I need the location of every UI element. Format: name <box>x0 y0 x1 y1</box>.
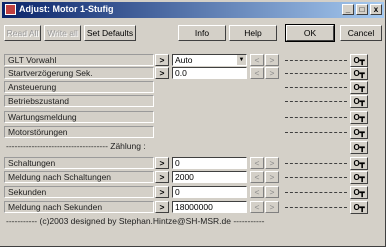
key-icon[interactable]: O┳ <box>350 141 368 154</box>
spin-left-button[interactable]: < <box>250 171 264 183</box>
ok-button[interactable]: OK <box>285 24 335 42</box>
status-area <box>155 95 283 143</box>
close-button[interactable]: x <box>370 4 382 15</box>
chevron-down-icon[interactable]: ▼ <box>237 55 246 65</box>
row-label-schaltungen: Schaltungen <box>4 157 154 169</box>
divider <box>285 192 347 193</box>
spin-right-button[interactable]: > <box>265 54 279 66</box>
schaltungen-input[interactable]: 0 <box>172 157 247 169</box>
maximize-button[interactable]: □ <box>356 4 368 15</box>
key-icon[interactable]: O┳ <box>350 67 368 80</box>
divider <box>285 87 347 88</box>
spin-left-button[interactable]: < <box>250 54 264 66</box>
title-bar[interactable]: Adjust: Motor 1-Stufig _ □ x <box>2 2 384 18</box>
spin-left-button[interactable]: < <box>250 67 264 79</box>
key-icon[interactable]: O┳ <box>350 157 368 170</box>
divider <box>285 207 347 208</box>
row-label-meldung-nach-schaltungen: Meldung nach Schaltungen <box>4 171 154 183</box>
divider <box>285 117 347 118</box>
glt-vorwahl-value: Auto <box>175 55 193 65</box>
dialog-window: Adjust: Motor 1-Stufig _ □ x Read All Wr… <box>0 0 386 247</box>
divider <box>285 73 347 74</box>
go-button-schaltungen[interactable]: > <box>155 157 169 169</box>
minimize-button[interactable]: _ <box>342 4 354 15</box>
info-button[interactable]: Info <box>178 25 226 41</box>
meldung-nach-sekunden-input[interactable]: 18000000 <box>172 201 247 213</box>
divider <box>285 132 347 133</box>
row-label-glt-vorwahl: GLT Vorwahl <box>4 54 154 66</box>
key-icon[interactable]: O┳ <box>350 186 368 199</box>
sekunden-input[interactable]: 0 <box>172 186 247 198</box>
go-button-startverzoegerung[interactable]: > <box>155 67 169 79</box>
row-label-sekunden: Sekunden <box>4 186 154 198</box>
spin-right-button[interactable]: > <box>265 201 279 213</box>
row-label-wartungsmeldung: Wartungsmeldung <box>4 111 154 123</box>
go-button-meldung-nach-sekunden[interactable]: > <box>155 201 169 213</box>
startverzoegerung-input[interactable]: 0.0 <box>172 67 247 79</box>
divider <box>285 163 347 164</box>
key-icon[interactable]: O┳ <box>350 54 368 67</box>
go-button-meldung-nach-schaltungen[interactable]: > <box>155 171 169 183</box>
row-label-motorstoerungen: Motorstörungen <box>4 126 154 138</box>
set-defaults-button[interactable]: Set Defaults <box>84 25 136 41</box>
read-all-button[interactable]: Read All <box>4 25 41 41</box>
app-icon <box>5 4 16 15</box>
row-label-meldung-nach-sekunden: Meldung nach Sekunden <box>4 201 154 213</box>
go-button-glt-vorwahl[interactable]: > <box>155 54 169 66</box>
spin-right-button[interactable]: > <box>265 67 279 79</box>
window-title: Adjust: Motor 1-Stufig <box>19 4 114 14</box>
spin-left-button[interactable]: < <box>250 157 264 169</box>
divider <box>285 177 347 178</box>
section-header-zaehlung: ------------------------------------ Zäh… <box>6 141 146 151</box>
spin-left-button[interactable]: < <box>250 201 264 213</box>
help-button[interactable]: Help <box>229 25 277 41</box>
row-label-ansteuerung: Ansteuerung <box>4 81 154 93</box>
write-all-button[interactable]: Write all <box>44 25 81 41</box>
key-icon[interactable]: O┳ <box>350 171 368 184</box>
go-button-sekunden[interactable]: > <box>155 186 169 198</box>
spin-right-button[interactable]: > <box>265 171 279 183</box>
glt-vorwahl-select[interactable]: Auto ▼ <box>172 54 247 66</box>
spin-right-button[interactable]: > <box>265 186 279 198</box>
key-icon[interactable]: O┳ <box>350 95 368 108</box>
spin-left-button[interactable]: < <box>250 186 264 198</box>
meldung-nach-schaltungen-input[interactable]: 2000 <box>172 171 247 183</box>
key-icon[interactable]: O┳ <box>350 111 368 124</box>
divider <box>285 60 347 61</box>
cancel-button[interactable]: Cancel <box>340 25 382 41</box>
row-label-betriebszustand: Betriebszustand <box>4 95 154 107</box>
copyright-footer: ----------- (c)2003 designed by Stephan.… <box>6 216 265 226</box>
row-label-startverzoegerung: Startverzögerung Sek. <box>4 67 154 79</box>
key-icon[interactable]: O┳ <box>350 81 368 94</box>
key-icon[interactable]: O┳ <box>350 126 368 139</box>
key-icon[interactable]: O┳ <box>350 201 368 214</box>
spin-right-button[interactable]: > <box>265 157 279 169</box>
divider <box>285 101 347 102</box>
